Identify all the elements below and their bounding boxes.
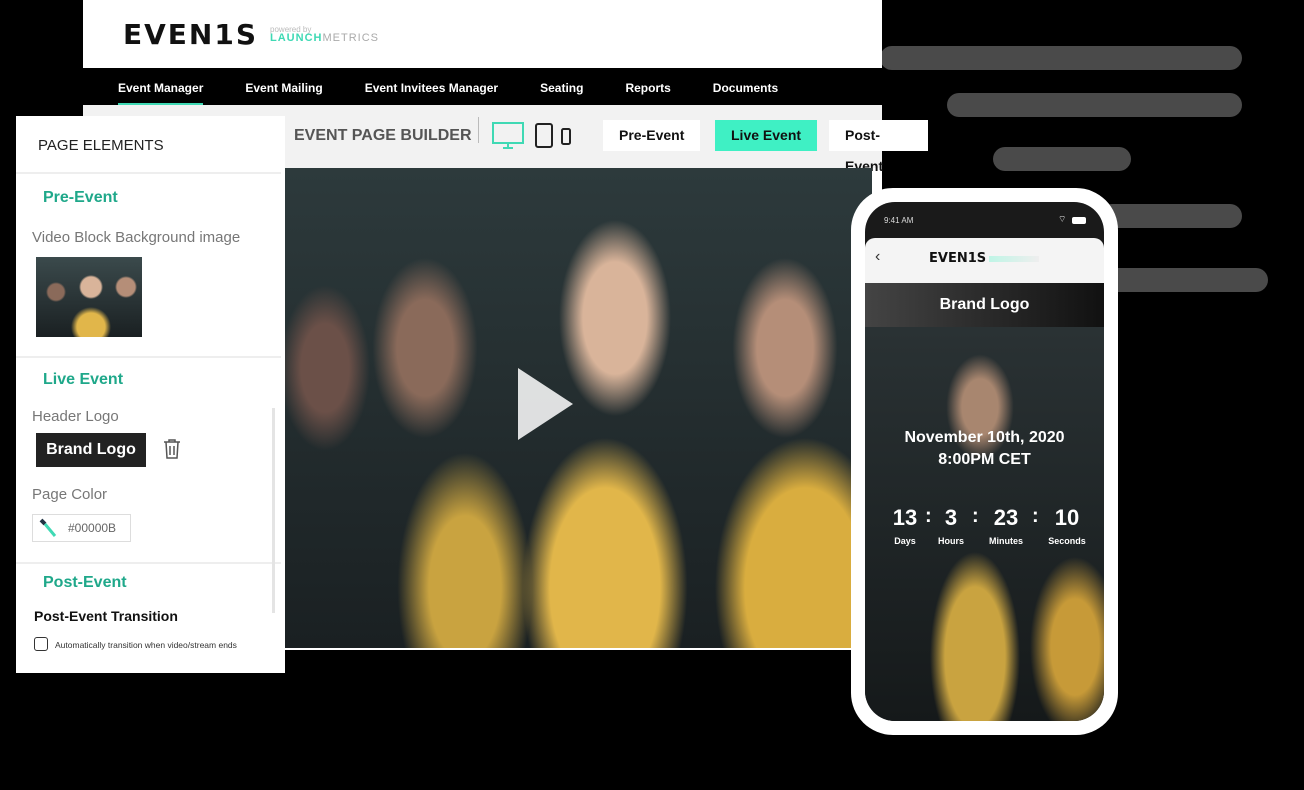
decor-bar: [1100, 268, 1268, 292]
phone-brand-logo: Brand Logo: [865, 283, 1104, 327]
header-logo-label: Header Logo: [32, 408, 119, 425]
section-post-event: Post-Event: [43, 574, 127, 591]
transition-checkbox-label: Automatically transition when video/stre…: [55, 640, 237, 650]
phone-launchmetrics-logo: [989, 256, 1039, 262]
phone-screen: 9:41 AM ⌔ ‹ EVEN1S Brand Logo November 1…: [865, 202, 1104, 721]
nav-reports[interactable]: Reports: [625, 68, 670, 105]
nav-event-invitees-manager[interactable]: Event Invitees Manager: [365, 68, 498, 105]
transition-checkbox[interactable]: [34, 637, 48, 651]
phone-events-logo: EVEN1S: [929, 251, 987, 266]
event-time: 8:00PM CET: [938, 451, 1031, 468]
phone-header: ‹ EVEN1S: [865, 238, 1104, 283]
battery-icon: [1072, 217, 1086, 224]
countdown-days: 13 Days: [892, 505, 918, 546]
page-elements-panel: PAGE ELEMENTS Pre-Event Video Block Back…: [16, 116, 285, 673]
nav-documents[interactable]: Documents: [713, 68, 778, 105]
phase-pre-event[interactable]: Pre-Event: [603, 120, 701, 151]
main-nav: Event Manager Event Mailing Event Invite…: [83, 68, 882, 105]
video-bg-label: Video Block Background image: [32, 229, 241, 246]
status-time: 9:41 AM: [884, 216, 914, 225]
phase-post-event[interactable]: Post- Event: [829, 120, 928, 174]
wifi-icon: ⌔: [1058, 214, 1067, 224]
launchmetrics-logo: powered by LAUNCHMETRICS: [270, 25, 379, 44]
page-color-label: Page Color: [32, 486, 108, 503]
events-logo: EVEN1S: [123, 17, 259, 51]
decor-bar: [1100, 204, 1242, 228]
nav-event-mailing[interactable]: Event Mailing: [245, 68, 322, 105]
section-pre-event: Pre-Event: [43, 189, 118, 206]
play-icon[interactable]: [518, 368, 573, 440]
video-bg-thumbnail[interactable]: [36, 257, 142, 337]
nav-event-manager[interactable]: Event Manager: [118, 68, 204, 105]
page-color-input[interactable]: #00000B: [32, 514, 131, 542]
nav-seating[interactable]: Seating: [540, 68, 583, 105]
countdown-minutes: 23 Minutes: [988, 505, 1023, 546]
trash-icon[interactable]: [162, 438, 182, 460]
section-live-event: Live Event: [43, 371, 124, 388]
desktop-icon[interactable]: [491, 120, 525, 152]
brand-logo-preview: Brand Logo: [36, 433, 146, 467]
tablet-icon[interactable]: [534, 122, 554, 149]
builder-title: EVENT PAGE BUILDER: [294, 127, 472, 144]
header: EVEN1S powered by LAUNCHMETRICS: [83, 0, 882, 68]
decor-bar: [880, 46, 1242, 70]
countdown-seconds: 10 Seconds: [1048, 505, 1086, 546]
eyedropper-icon[interactable]: [38, 517, 60, 541]
decor-bar: [993, 147, 1131, 171]
panel-title: PAGE ELEMENTS: [38, 137, 164, 154]
event-date: November 10th, 2020: [904, 429, 1065, 446]
transition-title: Post-Event Transition: [34, 608, 178, 624]
page-color-value: #00000B: [68, 521, 117, 535]
phase-live-event[interactable]: Live Event: [715, 120, 818, 151]
phone-preview: 9:41 AM ⌔ ‹ EVEN1S Brand Logo November 1…: [851, 188, 1118, 735]
decor-bar: [947, 93, 1242, 117]
panel-scrollbar[interactable]: [272, 408, 275, 613]
countdown-hours: 3 Hours: [937, 505, 964, 546]
video-preview[interactable]: [285, 168, 872, 648]
mobile-icon[interactable]: [560, 127, 572, 146]
back-icon[interactable]: ‹: [875, 248, 880, 266]
